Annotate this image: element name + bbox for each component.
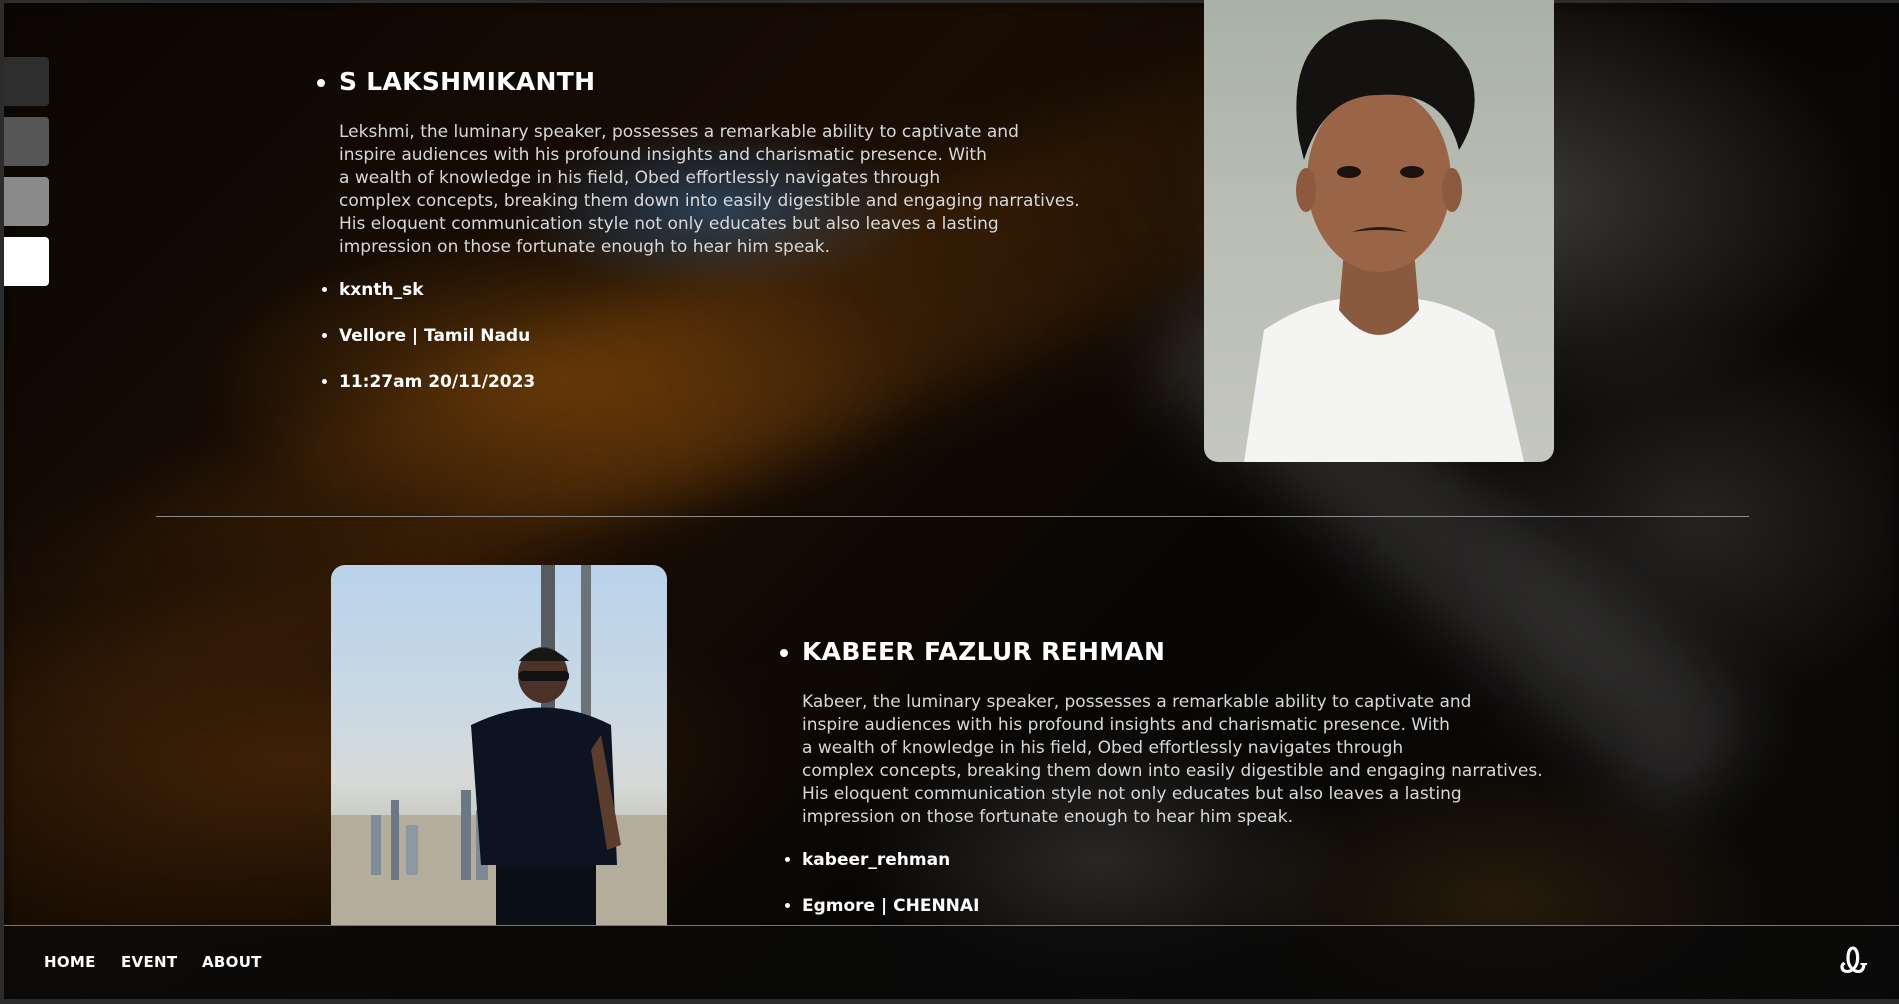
portrait-illustration	[1244, 19, 1524, 462]
speaker-bio: Kabeer, the luminary speaker, possesses …	[802, 692, 1543, 827]
speaker-name: S LAKSHMIKANTH	[339, 67, 1101, 97]
theme-swatch-light[interactable]	[4, 177, 49, 226]
speaker-time: 11:27am 20/11/2023	[339, 371, 1101, 393]
speaker-bio: Lekshmi, the luminary speaker, possesses…	[339, 122, 1080, 257]
theme-swatch-dark[interactable]	[4, 57, 49, 106]
speaker-handle[interactable]: kabeer_rehman	[802, 849, 1584, 871]
portrait-illustration	[331, 565, 667, 925]
bottom-navbar: HOME EVENT ABOUT Ꮂ	[4, 925, 1899, 1000]
theme-swatch-white[interactable]	[4, 237, 49, 286]
speaker-meta-list: kabeer_rehman Egmore | CHENNAI	[784, 849, 1584, 917]
speaker-handle[interactable]: kxnth_sk	[339, 279, 1101, 301]
speaker-list: S LAKSHMIKANTH	[321, 67, 1101, 97]
nav-event[interactable]: EVENT	[121, 953, 177, 971]
speaker-location: Egmore | CHENNAI	[802, 895, 1584, 917]
speaker-location: Vellore | Tamil Nadu	[339, 325, 1101, 347]
speaker-card: S LAKSHMIKANTH Lekshmi, the luminary spe…	[321, 67, 1101, 393]
section-divider	[156, 516, 1749, 517]
speaker-meta-list: kxnth_sk Vellore | Tamil Nadu 11:27am 20…	[321, 279, 1101, 393]
speaker-photo	[331, 565, 667, 925]
nav-home[interactable]: HOME	[44, 953, 96, 971]
page: S LAKSHMIKANTH Lekshmi, the luminary spe…	[0, 0, 1899, 1004]
speaker-list: KABEER FAZLUR REHMAN	[784, 637, 1584, 667]
window-border-bottom	[0, 999, 1899, 1004]
nav-about[interactable]: ABOUT	[202, 953, 262, 971]
brand-logo-icon[interactable]: Ꮂ	[1840, 944, 1869, 978]
speaker-card: KABEER FAZLUR REHMAN Kabeer, the luminar…	[784, 637, 1584, 917]
speaker-photo	[1204, 0, 1554, 462]
speaker-name: KABEER FAZLUR REHMAN	[802, 637, 1584, 667]
window-border-top	[0, 0, 1899, 3]
theme-swatch-mid[interactable]	[4, 117, 49, 166]
